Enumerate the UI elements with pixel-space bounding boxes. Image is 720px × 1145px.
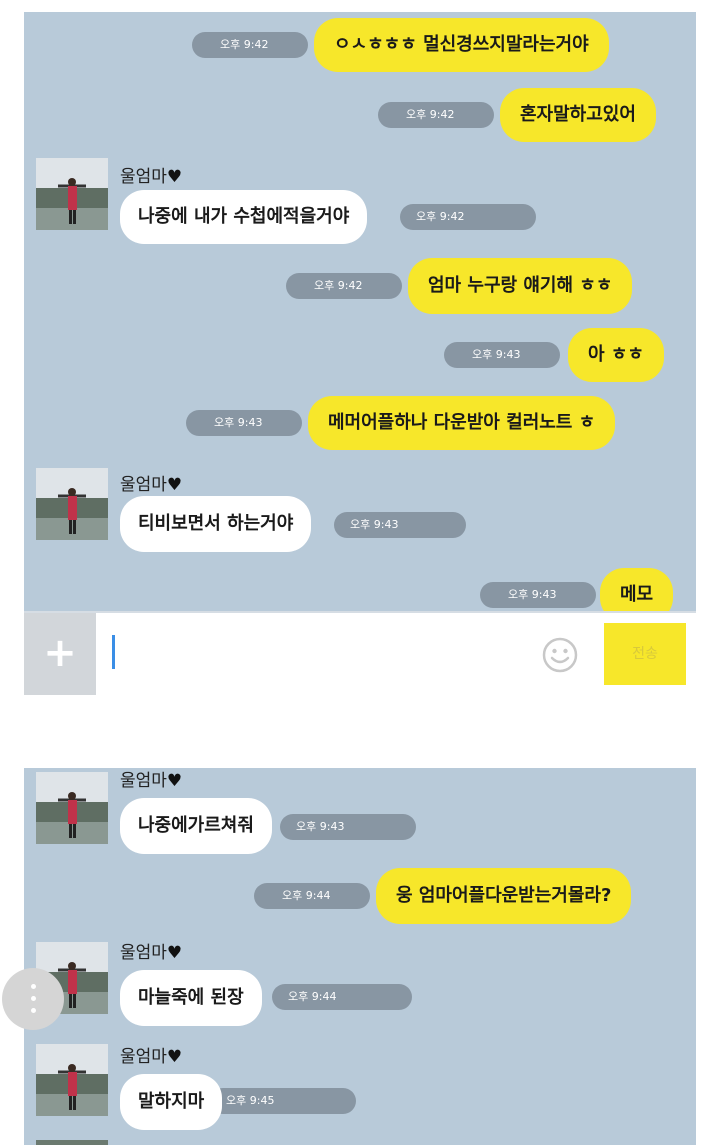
dot-icon — [31, 996, 36, 1001]
other-message-bubble[interactable]: 말하지마 — [120, 1074, 223, 1130]
send-button[interactable]: 전송 — [604, 623, 686, 685]
timestamp: 오후 9:42 — [378, 102, 495, 128]
timestamp: 오후 9:42 — [286, 273, 403, 299]
sender-name: 울엄마♥ — [120, 943, 183, 963]
dot-icon — [31, 984, 36, 989]
my-message-bubble[interactable]: 메머어플하나 다운받아 컬러노트 ㅎ — [308, 396, 616, 450]
other-message-bubble[interactable]: 나중에 내가 수첩에적을거야 — [120, 190, 368, 244]
timestamp: 오후 9:43 — [480, 582, 597, 608]
other-message-bubble[interactable]: 티비보면서 하는거야 — [120, 496, 312, 552]
sender-name: 울엄마♥ — [120, 771, 183, 791]
timestamp: 오후 9:43 — [280, 814, 416, 840]
attach-plus-button[interactable]: + — [24, 613, 96, 695]
my-message-bubble[interactable]: 엄마 누구랑 얘기해 ㅎㅎ — [408, 258, 633, 314]
timestamp: 오후 9:42 — [192, 32, 309, 58]
smiley-icon[interactable] — [542, 637, 578, 673]
chat-screenshot-2: 울엄마♥ 오후 9:43 나중에가르쳐줘 오후 9:44 웅 엄마어플다운받는거… — [24, 768, 696, 1145]
avatar[interactable] — [36, 1140, 108, 1145]
sender-name: 울엄마♥ — [120, 167, 183, 187]
avatar-photo — [36, 468, 108, 540]
timestamp: 오후 9:43 — [186, 410, 303, 436]
avatar-photo — [36, 772, 108, 844]
more-options-button[interactable] — [2, 968, 64, 1030]
timestamp: 오후 9:44 — [254, 883, 371, 909]
avatar-photo — [36, 158, 108, 230]
message-input-bar: + 전송 — [24, 611, 696, 695]
timestamp: 오후 9:43 — [444, 342, 561, 368]
avatar[interactable] — [36, 468, 108, 540]
message-input-field[interactable] — [112, 635, 115, 669]
dot-icon — [31, 1008, 36, 1013]
sender-name: 울엄마♥ — [120, 1047, 183, 1067]
my-message-bubble[interactable]: 아 ㅎㅎ — [568, 328, 664, 382]
avatar-photo — [36, 1044, 108, 1116]
other-message-bubble[interactable]: 나중에가르쳐줘 — [120, 798, 272, 854]
my-message-bubble[interactable]: 혼자말하고있어 — [500, 88, 656, 142]
avatar[interactable] — [36, 158, 108, 230]
my-message-bubble[interactable]: 웅 엄마어플다운받는거몰라? — [376, 868, 632, 924]
sender-name: 울엄마♥ — [120, 475, 183, 495]
timestamp: 오후 9:44 — [272, 984, 412, 1010]
avatar[interactable] — [36, 772, 108, 844]
avatar[interactable] — [36, 1044, 108, 1116]
timestamp: 오후 9:45 — [210, 1088, 356, 1114]
timestamp: 오후 9:42 — [400, 204, 536, 230]
chat-screenshot-1: 오후 9:42 ㅇㅅㅎㅎㅎ 멀신경쓰지말라는거야 오후 9:42 혼자말하고있어… — [24, 12, 696, 611]
timestamp: 오후 9:43 — [334, 512, 466, 538]
my-message-bubble[interactable]: ㅇㅅㅎㅎㅎ 멀신경쓰지말라는거야 — [314, 18, 609, 72]
my-message-bubble[interactable]: 메모 — [600, 568, 674, 611]
other-message-bubble[interactable]: 마늘죽에 된장 — [120, 970, 262, 1026]
